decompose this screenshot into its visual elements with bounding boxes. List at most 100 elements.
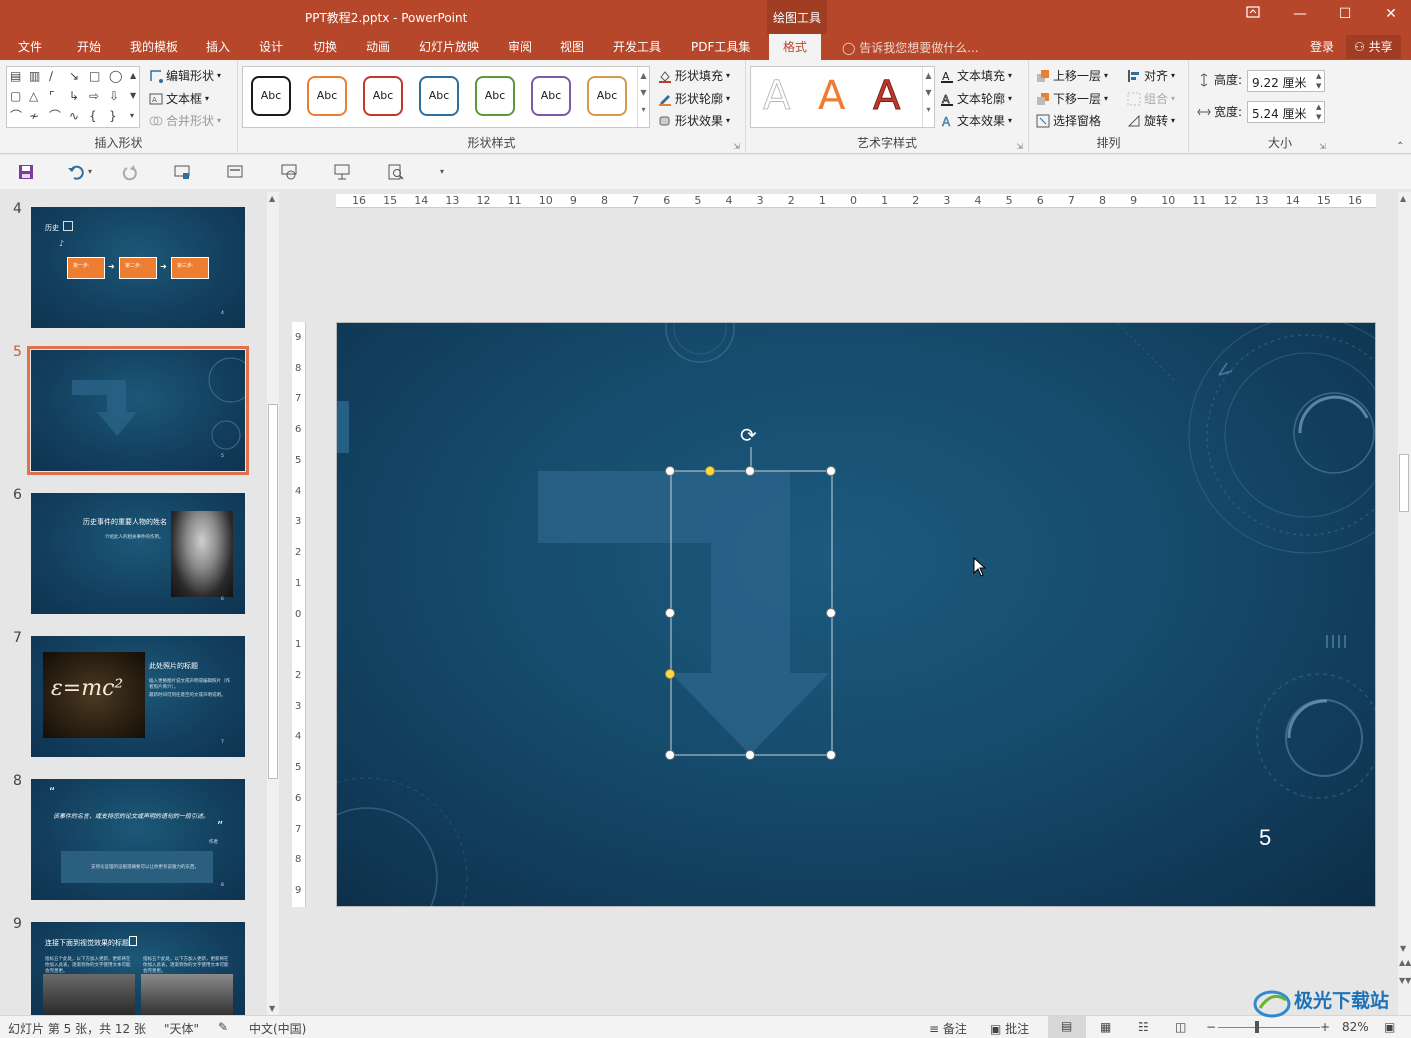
save-icon[interactable] xyxy=(17,163,35,181)
line-shape-icon[interactable]: ∕ xyxy=(49,69,53,83)
vertical-textbox-shape-icon[interactable]: ▥ xyxy=(29,69,40,83)
arrow-line-shape-icon[interactable]: ↘ xyxy=(69,69,79,83)
width-input[interactable]: 5.24 厘米 xyxy=(1247,101,1325,123)
comments-button[interactable]: ▣ 批注 xyxy=(990,1020,1029,1037)
tab-review[interactable]: 审阅 xyxy=(508,38,532,55)
resize-handle-top-right[interactable] xyxy=(826,466,836,476)
zoom-out-icon[interactable]: − xyxy=(1206,1020,1216,1034)
slide-sorter-icon[interactable]: ▦ xyxy=(1100,1020,1111,1034)
editor-scrollbar[interactable]: ▲ ▼ ▲▲ ▼▼ xyxy=(1398,192,1411,1015)
wordart-style-3[interactable]: A xyxy=(872,73,900,120)
rotate-handle-icon[interactable]: ⟳ xyxy=(740,425,757,445)
minimize-icon[interactable]: — xyxy=(1289,6,1311,26)
presenter-view-icon[interactable] xyxy=(333,163,351,181)
dialog-launcher-icon[interactable]: ⇲ xyxy=(1016,142,1023,151)
text-fill-button[interactable]: A 文本填充 ▾ xyxy=(940,67,1012,84)
login-link[interactable]: 登录 xyxy=(1310,38,1334,55)
slide-thumbnail-8[interactable]: “ 该事件的名言，或支持您的论文或声明的语句的一段引述。 ” 作者 支持论证理的… xyxy=(31,779,245,900)
resize-handle-bottom-right[interactable] xyxy=(826,750,836,760)
slide-thumbnail-7[interactable]: ε=mc² 此处照片的标题 插入更换图片说文或声明或编辑照片（作者照片简介）。 … xyxy=(31,636,245,757)
arc-shape-icon[interactable]: ⌒ xyxy=(49,109,61,123)
tab-slideshow[interactable]: 幻灯片放映 xyxy=(419,38,479,55)
resize-handle-top-left[interactable] xyxy=(665,466,675,476)
edit-shape-button[interactable]: 编辑形状 ▾ xyxy=(149,67,221,84)
tab-format[interactable]: 格式 xyxy=(769,34,822,60)
down-arrow-shape-icon[interactable]: ⇩ xyxy=(109,89,119,103)
right-brace-shape-icon[interactable]: } xyxy=(109,109,117,123)
width-spinner-icon[interactable]: ▲ ▼ xyxy=(1316,102,1321,122)
resize-handle-top[interactable] xyxy=(745,466,755,476)
tab-design[interactable]: 设计 xyxy=(259,38,283,55)
scroll-down-icon[interactable]: ▼ xyxy=(1400,944,1406,953)
textbox-shape-icon[interactable]: ▤ xyxy=(10,69,21,83)
shape-fill-button[interactable]: 形状填充 ▾ xyxy=(658,67,730,84)
tab-view[interactable]: 视图 xyxy=(560,38,584,55)
tab-pdf-tools[interactable]: PDF工具集 xyxy=(691,38,750,55)
shape-style-4[interactable]: Abc xyxy=(419,76,459,116)
shape-style-5[interactable]: Abc xyxy=(475,76,515,116)
scroll-up-icon[interactable]: ▲ xyxy=(1400,194,1406,203)
wordart-gallery[interactable]: A A A ▲ ▼ ▾ xyxy=(750,66,935,128)
scrollbar-thumb[interactable] xyxy=(268,404,278,779)
shape-style-3[interactable]: Abc xyxy=(363,76,403,116)
resize-handle-bottom-left[interactable] xyxy=(665,750,675,760)
ribbon-display-options-icon[interactable] xyxy=(1242,6,1264,26)
elbow-connector-shape-icon[interactable]: ⌜ xyxy=(49,89,55,103)
collapse-ribbon-icon[interactable]: ⌃ xyxy=(1396,141,1404,152)
tell-me-search[interactable]: ◯ 告诉我您想要做什么... xyxy=(842,39,979,56)
text-outline-button[interactable]: A 文本轮廓 ▾ xyxy=(940,90,1012,107)
tab-file[interactable]: 文件 xyxy=(18,38,42,55)
from-beginning-icon[interactable] xyxy=(173,163,191,181)
adjust-handle-left[interactable] xyxy=(665,669,675,679)
shape-style-gallery[interactable]: Abc Abc Abc Abc Abc Abc Abc ▲ ▼ ▾ xyxy=(242,66,650,128)
rectangle-shape-icon[interactable]: □ xyxy=(89,69,100,83)
undo-dropdown-icon[interactable]: ▾ xyxy=(88,167,96,185)
slideshow-icon[interactable]: ◫ xyxy=(1175,1020,1186,1034)
merge-shapes-button[interactable]: 合并形状 ▾ xyxy=(149,112,221,129)
resize-handle-left[interactable] xyxy=(665,608,675,618)
dialog-launcher-icon[interactable]: ⇲ xyxy=(1319,142,1326,151)
previous-slide-icon[interactable]: ▲▲ xyxy=(1399,958,1411,967)
selection-pane-button[interactable]: 选择窗格 xyxy=(1036,112,1101,129)
print-preview-icon[interactable] xyxy=(387,163,405,181)
bring-forward-button[interactable]: 上移一层 ▾ xyxy=(1036,67,1108,84)
send-backward-button[interactable]: 下移一层 ▾ xyxy=(1036,90,1108,107)
customize-qat-icon[interactable]: ▾ xyxy=(440,167,448,185)
language-indicator[interactable]: 中文(中国) xyxy=(249,1020,306,1037)
curve-shape-icon[interactable]: ∿ xyxy=(69,109,79,123)
shape-style-6[interactable]: Abc xyxy=(531,76,571,116)
scroll-down-icon[interactable]: ▼ xyxy=(269,1004,275,1013)
shape-style-1[interactable]: Abc xyxy=(251,76,291,116)
gallery-up-icon[interactable]: ▲ xyxy=(130,69,136,83)
gallery-down-icon[interactable]: ▼ xyxy=(130,89,136,103)
tab-developer[interactable]: 开发工具 xyxy=(613,38,661,55)
spellcheck-icon[interactable]: ✎ xyxy=(218,1020,228,1034)
scrollbar-thumb[interactable] xyxy=(1399,454,1409,512)
resize-handle-right[interactable] xyxy=(826,608,836,618)
present-online-icon[interactable] xyxy=(280,163,298,181)
gallery-more-icon[interactable]: ▾ xyxy=(923,105,934,114)
scroll-down-icon[interactable]: ▼ xyxy=(638,88,649,97)
adjust-handle-top[interactable] xyxy=(705,466,715,476)
slide-thumbnail-4[interactable]: 历史 ♪ 第一步: ➜ 第二步: ➜ 第三步: 4 xyxy=(31,207,245,328)
group-button[interactable]: 组合 ▾ xyxy=(1127,90,1175,107)
wordart-style-2[interactable]: A xyxy=(818,73,845,119)
text-box-button[interactable]: A 文本框 ▾ xyxy=(149,90,209,107)
height-spinner-icon[interactable]: ▲ ▼ xyxy=(1316,71,1321,91)
align-button[interactable]: 对齐 ▾ xyxy=(1127,67,1175,84)
shape-outline-button[interactable]: 形状轮廓 ▾ xyxy=(658,90,730,107)
gallery-more-icon[interactable]: ▾ xyxy=(130,109,134,123)
tab-insert[interactable]: 插入 xyxy=(206,38,230,55)
text-effects-button[interactable]: A 文本效果 ▾ xyxy=(940,112,1012,129)
tab-transitions[interactable]: 切换 xyxy=(313,38,337,55)
shape-style-7[interactable]: Abc xyxy=(587,76,627,116)
tab-animations[interactable]: 动画 xyxy=(366,38,390,55)
slide-canvas[interactable]: ⟳ 5 xyxy=(336,322,1376,907)
zoom-slider[interactable] xyxy=(1218,1027,1320,1028)
wordart-style-1[interactable]: A xyxy=(762,73,790,120)
elbow-arrow-shape-icon[interactable]: ↳ xyxy=(69,89,79,103)
slide-thumbnail-9[interactable]: 连接下面到视觉效果的标题 指标五个此处，以下方加入更新，更新将在你加入此表，逐渐… xyxy=(31,922,245,1015)
wordart-scroll[interactable]: ▲ ▼ ▾ xyxy=(922,67,934,127)
rotate-button[interactable]: 旋转 ▾ xyxy=(1127,112,1175,129)
slide-thumbnail-6[interactable]: 历史事件的重要人物的姓名 介绍此人的相关事件的作用。 6 xyxy=(31,493,245,614)
